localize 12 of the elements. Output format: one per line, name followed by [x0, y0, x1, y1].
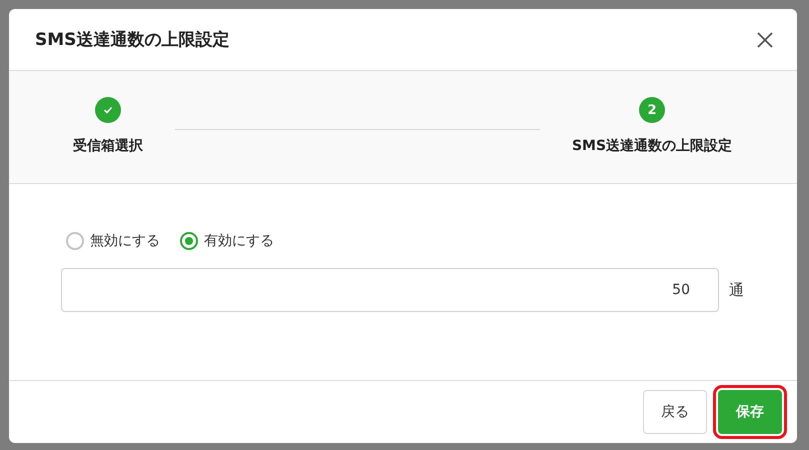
unit-label: 通: [729, 280, 744, 300]
step-number: 2: [639, 97, 665, 123]
back-button[interactable]: 戻る: [643, 390, 707, 434]
step-label: 受信箱選択: [73, 137, 143, 155]
limit-input-field[interactable]: 50: [61, 268, 719, 312]
radio-label: 無効にする: [90, 232, 160, 250]
step-label: SMS送達通数の上限設定: [572, 137, 732, 155]
radio-option[interactable]: 無効にする: [66, 232, 160, 250]
radio-label: 有効にする: [204, 232, 274, 250]
close-button[interactable]: [755, 30, 775, 50]
dialog-title: SMS送達通数の上限設定: [35, 29, 230, 51]
radio-option[interactable]: 有効にする: [180, 232, 274, 250]
